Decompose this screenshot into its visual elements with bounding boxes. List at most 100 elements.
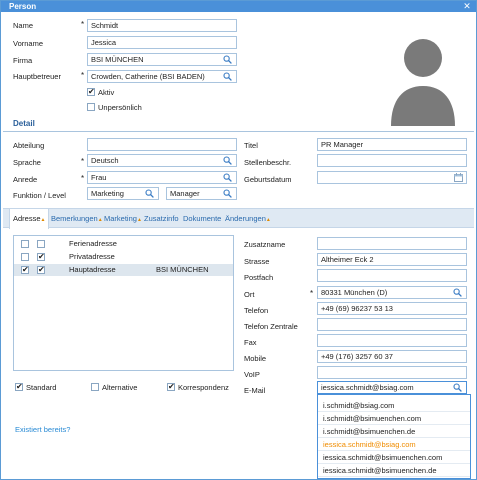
- required-mark: *: [81, 174, 85, 183]
- standard-row-checkbox[interactable]: [21, 253, 29, 261]
- address-table[interactable]: Ferienadresse ✔ Privatadresse ✔ ✔ Haupta…: [13, 235, 234, 371]
- firma-field[interactable]: BSI MÜNCHEN: [87, 53, 237, 66]
- hauptbetreuer-label: Hauptbetreuer: [13, 72, 61, 81]
- standard-checkbox[interactable]: ✔: [15, 383, 23, 391]
- alternative-checkbox[interactable]: [91, 383, 99, 391]
- aktiv-label: Aktiv: [98, 88, 115, 97]
- tab-marketing[interactable]: Marketing▲: [104, 214, 142, 223]
- email-suggestion[interactable]: i.schmidt@bsiag.com: [318, 399, 470, 412]
- tab-dokumente[interactable]: Dokumente: [183, 214, 221, 223]
- active-row-checkbox[interactable]: ✔: [37, 253, 45, 261]
- stellenbeschr-field[interactable]: [317, 154, 467, 167]
- anrede-label: Anrede: [13, 175, 38, 184]
- email-suggestion[interactable]: i.schmidt@bsimuenchen.de: [318, 425, 470, 438]
- mobile-label: Mobile: [244, 354, 267, 363]
- geburtsdatum-field[interactable]: [317, 171, 467, 184]
- hauptbetreuer-field[interactable]: Crowden, Catherine (BSI BADEN): [87, 70, 237, 83]
- tab-bar: Adresse▲ Bemerkungen▲ Marketing▲ Zusatzi…: [3, 208, 474, 229]
- standard-label: Standard: [26, 383, 57, 392]
- email-suggestion[interactable]: i.schmidt@bsimuenchen.com: [318, 412, 470, 425]
- telefon-field[interactable]: +49 (69) 96237 53 13: [317, 302, 467, 315]
- standard-row-checkbox[interactable]: [21, 240, 29, 248]
- search-icon[interactable]: [453, 383, 462, 392]
- close-icon[interactable]: ✕: [462, 1, 472, 12]
- tab-adresse[interactable]: Adresse▲: [9, 209, 50, 229]
- sprache-field[interactable]: Deutsch: [87, 154, 237, 167]
- titel-label: Titel: [244, 141, 258, 150]
- required-mark: *: [81, 157, 85, 166]
- table-row[interactable]: ✔ Privatadresse: [14, 251, 233, 263]
- address-type: Ferienadresse: [69, 239, 117, 248]
- search-icon[interactable]: [223, 72, 232, 81]
- unpersoenlich-label: Unpersönlich: [98, 103, 142, 112]
- search-icon[interactable]: [223, 173, 232, 182]
- address-firm: BSI MÜNCHEN: [156, 265, 209, 274]
- alternative-label: Alternative: [102, 383, 138, 392]
- table-row[interactable]: Ferienadresse: [14, 238, 233, 250]
- window-title: Person: [9, 2, 37, 11]
- mobile-field[interactable]: +49 (176) 3257 60 37: [317, 350, 467, 363]
- fax-field[interactable]: [317, 334, 467, 347]
- table-row[interactable]: ✔ ✔ Hauptadresse BSI MÜNCHEN: [14, 264, 233, 276]
- ort-label: Ort: [244, 290, 255, 299]
- search-icon[interactable]: [223, 55, 232, 64]
- email-suggestions-dropdown[interactable]: i.schmidt@bsiag.com i.schmidt@bsimuenche…: [317, 394, 471, 479]
- email-suggestion-highlighted[interactable]: iessica.schmidt@bsiag.com: [318, 438, 470, 451]
- stellenbeschr-label: Stellenbeschr.: [244, 158, 292, 167]
- existiert-bereits-link[interactable]: Existiert bereits?: [15, 425, 70, 434]
- korrespondenz-checkbox[interactable]: ✔: [167, 383, 175, 391]
- korrespondenz-label: Korrespondenz: [178, 383, 229, 392]
- zusatzname-field[interactable]: [317, 237, 467, 250]
- tab-bemerkungen[interactable]: Bemerkungen▲: [51, 214, 103, 223]
- email-suggestion[interactable]: iessica.schmidt@bsimuenchen.com: [318, 451, 470, 464]
- search-icon[interactable]: [453, 288, 462, 297]
- email-label: E-Mail: [244, 386, 266, 395]
- fax-label: Fax: [244, 338, 257, 347]
- email-field[interactable]: iessica.schmidt@bsiag.com: [317, 381, 467, 394]
- abteilung-field[interactable]: [87, 138, 237, 151]
- aktiv-checkbox[interactable]: ✔: [87, 88, 95, 96]
- strasse-label: Strasse: [244, 257, 270, 266]
- detail-section-title: Detail: [13, 119, 35, 128]
- address-type: Privatadresse: [69, 252, 115, 261]
- section-divider: [3, 131, 474, 132]
- anrede-field[interactable]: Frau: [87, 171, 237, 184]
- person-window: Person ✕ Name * Schmidt Vorname Jessica …: [0, 0, 477, 480]
- email-suggestion[interactable]: iessica.schmidt@bsimuenchen.de: [318, 464, 470, 477]
- search-icon[interactable]: [223, 189, 232, 198]
- calendar-icon[interactable]: [454, 173, 463, 182]
- required-mark: *: [81, 20, 85, 29]
- postfach-label: Postfach: [244, 273, 274, 282]
- search-icon[interactable]: [223, 156, 232, 165]
- telefon-zentrale-label: Telefon Zentrale: [244, 322, 298, 331]
- telefon-zentrale-field[interactable]: [317, 318, 467, 331]
- tab-zusatzinfo[interactable]: Zusatzinfo: [144, 214, 179, 223]
- address-type: Hauptadresse: [69, 265, 116, 274]
- titel-field[interactable]: PR Manager: [317, 138, 467, 151]
- search-icon[interactable]: [145, 189, 154, 198]
- name-field[interactable]: Schmidt: [87, 19, 237, 32]
- abteilung-label: Abteilung: [13, 141, 45, 150]
- ort-field[interactable]: 80331 München (D): [317, 286, 467, 299]
- funktion-level-label: Funktion / Level: [13, 191, 66, 200]
- postfach-field[interactable]: [317, 269, 467, 282]
- name-label: Name: [13, 21, 34, 30]
- avatar[interactable]: [381, 22, 465, 126]
- strasse-field[interactable]: Altheimer Eck 2: [317, 253, 467, 266]
- standard-row-checkbox[interactable]: ✔: [21, 266, 29, 274]
- window-titlebar: Person: [1, 1, 476, 12]
- required-mark: *: [81, 71, 85, 80]
- vorname-label: Vorname: [13, 39, 44, 48]
- firma-label: Firma: [13, 56, 33, 65]
- vorname-field[interactable]: Jessica: [87, 36, 237, 49]
- active-row-checkbox[interactable]: [37, 240, 45, 248]
- geburtsdatum-label: Geburtsdatum: [244, 175, 292, 184]
- voip-label: VoIP: [244, 370, 260, 379]
- sprache-label: Sprache: [13, 158, 41, 167]
- zusatzname-label: Zusatzname: [244, 240, 286, 249]
- required-mark: *: [310, 289, 314, 298]
- unpersoenlich-checkbox[interactable]: [87, 103, 95, 111]
- voip-field[interactable]: [317, 366, 467, 379]
- active-row-checkbox[interactable]: ✔: [37, 266, 45, 274]
- tab-aenderungen[interactable]: Änderungen▲: [225, 214, 271, 223]
